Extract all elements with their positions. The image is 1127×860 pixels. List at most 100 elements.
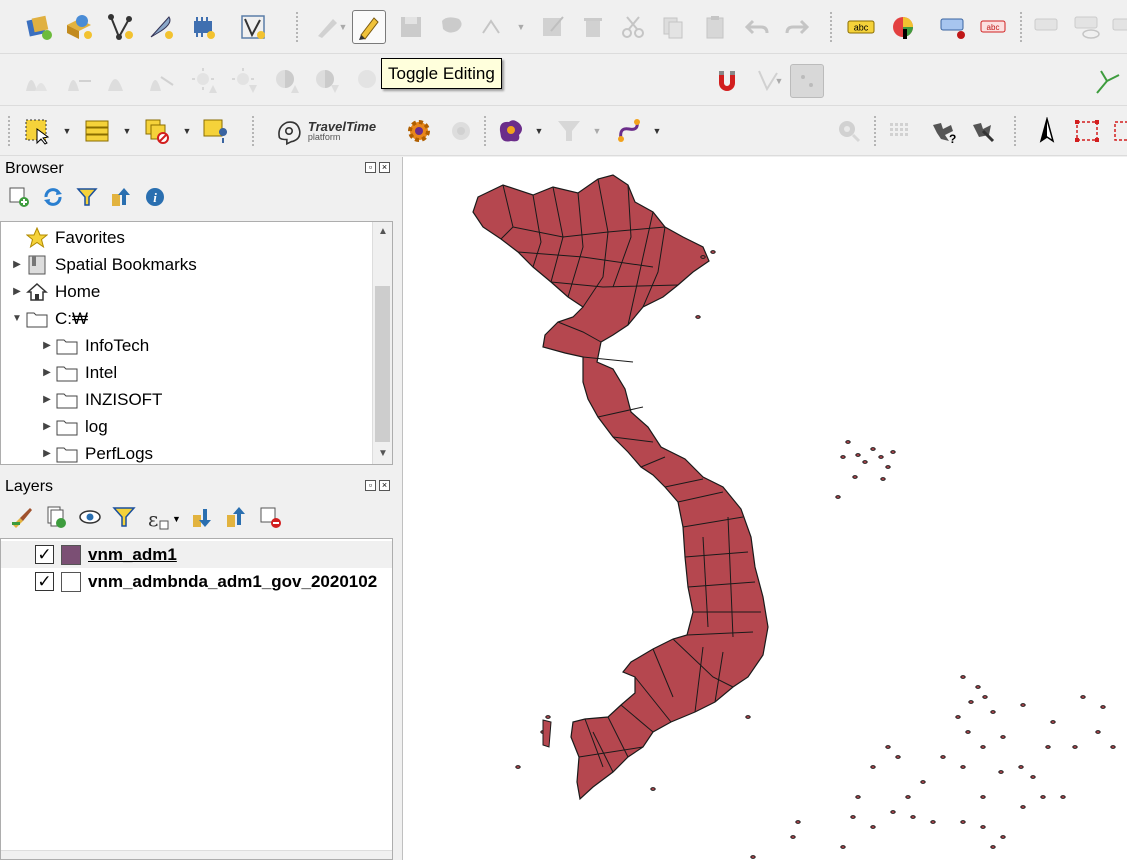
pin-labels-icon[interactable] bbox=[936, 10, 970, 44]
deselect-features-icon[interactable] bbox=[140, 114, 174, 148]
time-filter-icon[interactable] bbox=[552, 114, 586, 148]
browser-item[interactable]: ▶ log bbox=[39, 413, 108, 440]
undo-icon[interactable] bbox=[740, 10, 774, 44]
browser-scrollbar[interactable]: ▲ ▼ bbox=[372, 222, 392, 464]
add-group-icon[interactable] bbox=[44, 505, 68, 532]
plugin-help-icon[interactable]: ? bbox=[926, 114, 960, 148]
raster-stddev-icon[interactable] bbox=[102, 64, 136, 98]
expand-right-icon[interactable]: ▶ bbox=[39, 421, 55, 432]
move-label-icon[interactable] bbox=[1030, 10, 1064, 44]
increase-contrast-icon[interactable] bbox=[270, 64, 304, 98]
digitize-with-segment-icon[interactable] bbox=[476, 10, 510, 44]
close-panel-icon[interactable]: × bbox=[379, 162, 390, 173]
routes-dropdown[interactable]: ▼ bbox=[652, 114, 662, 148]
time-filter-dropdown[interactable]: ▼ bbox=[592, 114, 602, 148]
browser-tree[interactable]: Favorites ▶ Spatial Bookmarks ▶ Home ▼ C:₩ ▶ Inf… bbox=[0, 221, 393, 465]
expand-all-icon[interactable] bbox=[191, 505, 215, 532]
toggle-editing-pencil-icon[interactable] bbox=[352, 10, 386, 44]
select-features-dropdown[interactable]: ▼ bbox=[62, 114, 72, 148]
time-map-icon[interactable] bbox=[494, 114, 528, 148]
scroll-up-arrow[interactable]: ▲ bbox=[373, 222, 392, 242]
copyright-frame-icon[interactable] bbox=[1108, 114, 1127, 148]
modify-attributes-icon[interactable] bbox=[536, 10, 570, 44]
filter-expression-icon[interactable]: ε ▼ bbox=[146, 505, 181, 532]
new-project-icon[interactable] bbox=[22, 10, 56, 44]
toolbar-grip[interactable] bbox=[1020, 12, 1024, 42]
add-layer-icon[interactable] bbox=[8, 186, 30, 211]
digitize-feather-icon[interactable] bbox=[144, 10, 178, 44]
paste-features-icon[interactable] bbox=[698, 10, 732, 44]
traveltime-settings-gear-icon[interactable] bbox=[402, 114, 436, 148]
browser-item[interactable]: ▶ InfoTech bbox=[39, 332, 149, 359]
browser-item[interactable]: ▶ Home bbox=[9, 278, 100, 305]
scroll-thumb[interactable] bbox=[375, 286, 390, 442]
copy-features-icon[interactable] bbox=[656, 10, 690, 44]
filter-legend-icon[interactable] bbox=[112, 505, 136, 532]
diagram-options-icon[interactable] bbox=[886, 10, 920, 44]
float-panel-icon[interactable]: ▫ bbox=[365, 162, 376, 173]
delete-selected-icon[interactable] bbox=[576, 10, 610, 44]
scroll-down-arrow[interactable]: ▼ bbox=[373, 444, 392, 464]
close-panel-icon[interactable]: × bbox=[379, 480, 390, 491]
toolbar-grip[interactable] bbox=[1014, 116, 1018, 146]
browser-item[interactable]: ▶ Spatial Bookmarks bbox=[9, 251, 197, 278]
traveltime-platform-button[interactable]: TravelTime platform bbox=[268, 114, 380, 148]
cut-features-icon[interactable] bbox=[616, 10, 650, 44]
float-panel-icon[interactable]: ▫ bbox=[365, 480, 376, 491]
snapping-magnet-icon[interactable] bbox=[710, 64, 744, 98]
toolbar-grip[interactable] bbox=[296, 12, 300, 42]
redo-icon[interactable] bbox=[780, 10, 814, 44]
expand-right-icon[interactable]: ▶ bbox=[39, 340, 55, 351]
collapse-all-icon[interactable] bbox=[225, 505, 249, 532]
snapping-tracing-icon[interactable] bbox=[1090, 64, 1124, 98]
toolbar-grip[interactable] bbox=[252, 116, 256, 146]
new-layer-icon[interactable] bbox=[62, 10, 96, 44]
layer-symbol-swatch[interactable] bbox=[61, 571, 81, 592]
layer-labeling-icon[interactable]: abc bbox=[844, 10, 878, 44]
layer-visibility-checkbox[interactable]: ✓ bbox=[35, 545, 54, 564]
vertex-tool-icon[interactable] bbox=[104, 10, 138, 44]
collapse-all-icon[interactable] bbox=[110, 186, 132, 211]
browser-item[interactable]: ▶ Intel bbox=[39, 359, 117, 386]
raster-stretch2-icon[interactable] bbox=[144, 64, 178, 98]
layers-horizontal-scrollbar[interactable] bbox=[1, 850, 392, 859]
deselect-dropdown[interactable]: ▼ bbox=[182, 114, 192, 148]
select-attributes-dropdown[interactable]: ▼ bbox=[122, 114, 132, 148]
save-edits-icon[interactable] bbox=[394, 10, 428, 44]
decrease-brightness-icon[interactable] bbox=[228, 64, 262, 98]
toolbar-grip[interactable] bbox=[830, 12, 834, 42]
raster-stretch-icon[interactable] bbox=[62, 64, 96, 98]
new-vertex-layer-icon[interactable] bbox=[236, 10, 270, 44]
expand-right-icon[interactable]: ▶ bbox=[39, 367, 55, 378]
digitize-dropdown[interactable]: ▼ bbox=[516, 10, 526, 44]
expand-right-icon[interactable]: ▶ bbox=[9, 286, 25, 297]
routes-icon[interactable] bbox=[612, 114, 646, 148]
north-arrow-icon[interactable] bbox=[1030, 114, 1064, 148]
manage-visibility-eye-icon[interactable] bbox=[78, 505, 102, 532]
expand-right-icon[interactable]: ▶ bbox=[9, 259, 25, 270]
layer-styling-brush-icon[interactable] bbox=[10, 505, 34, 532]
expand-right-icon[interactable]: ▶ bbox=[39, 394, 55, 405]
select-features-icon[interactable] bbox=[20, 114, 54, 148]
layer-visibility-checkbox[interactable]: ✓ bbox=[35, 572, 54, 591]
refresh-icon[interactable] bbox=[42, 186, 64, 211]
select-attributes-icon[interactable] bbox=[80, 114, 114, 148]
browser-item[interactable]: ▼ C:₩ bbox=[9, 305, 88, 332]
layer-row[interactable]: ✓ vnm_adm1 bbox=[1, 541, 392, 568]
grid-tool-icon[interactable] bbox=[884, 114, 918, 148]
geocode-search-icon[interactable] bbox=[832, 114, 866, 148]
chip-plugin-icon[interactable] bbox=[186, 10, 220, 44]
scale-bar-frame-icon[interactable] bbox=[1070, 114, 1104, 148]
current-edits-dropdown[interactable]: ▼ bbox=[338, 10, 348, 44]
snapping-mode-dropdown[interactable]: ▼ bbox=[774, 64, 784, 98]
toolbar-grip[interactable] bbox=[484, 116, 488, 146]
plugin-tools-wrench-icon[interactable] bbox=[966, 114, 1000, 148]
expand-right-icon[interactable]: ▶ bbox=[39, 448, 55, 459]
layers-list[interactable]: ✓ vnm_adm1 ✓ vnm_admbnda_adm1_gov_2020102 bbox=[0, 538, 393, 860]
toolbar-grip[interactable] bbox=[874, 116, 878, 146]
time-map-dropdown[interactable]: ▼ bbox=[534, 114, 544, 148]
browser-item[interactable]: ▶ PerfLogs bbox=[39, 440, 153, 464]
add-feature-icon[interactable] bbox=[436, 10, 470, 44]
browser-item[interactable]: ▶ INZISOFT bbox=[39, 386, 162, 413]
select-by-location-icon[interactable] bbox=[198, 114, 232, 148]
